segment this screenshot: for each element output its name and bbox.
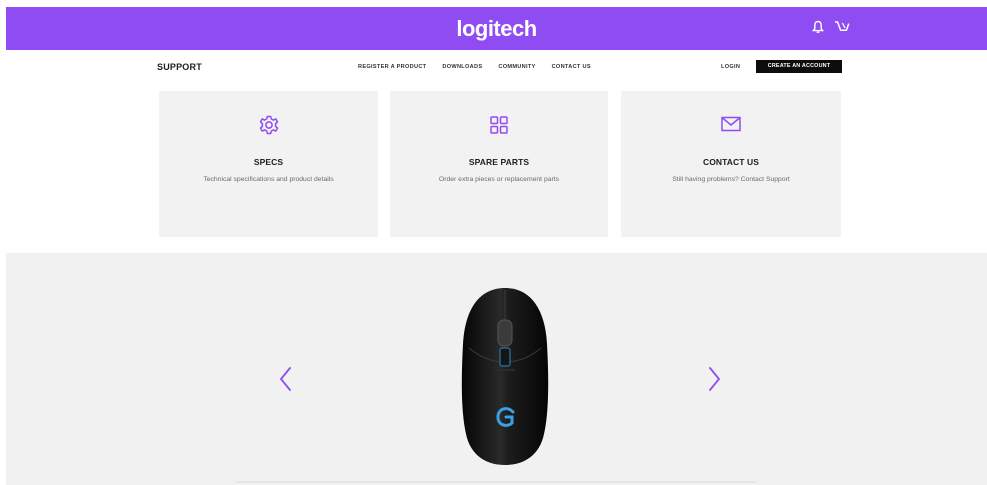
user-icon[interactable]	[812, 20, 824, 34]
login-link[interactable]: LOGIN	[721, 64, 740, 70]
top-icons	[812, 20, 850, 34]
card-title: CONTACT US	[702, 157, 760, 167]
nav-link-register-product[interactable]: REGISTER A PRODUCT	[358, 64, 426, 70]
product-carousel	[6, 253, 987, 485]
page: logitech SUPPORT REGISTER A PRODUCT DOWN…	[0, 0, 987, 485]
create-account-button[interactable]: CREATE AN ACCOUNT	[756, 60, 842, 73]
card-description: Order extra pieces or replacement parts	[438, 176, 560, 183]
specs-card[interactable]: SPECS Technical specifications and produ…	[159, 91, 378, 237]
support-title[interactable]: SUPPORT	[157, 62, 202, 72]
card-description: Still having problems? Contact Support	[672, 176, 790, 183]
card-title: SPECS	[253, 157, 284, 167]
product-image	[461, 288, 549, 465]
card-title: SPARE PARTS	[468, 157, 530, 167]
chevron-left-icon[interactable]	[278, 366, 292, 392]
support-nav: SUPPORT REGISTER A PRODUCT DOWNLOADS COM…	[0, 50, 987, 88]
chevron-right-icon[interactable]	[708, 366, 722, 392]
top-bar: logitech	[6, 7, 987, 50]
divider	[236, 481, 756, 483]
spare-parts-card[interactable]: SPARE PARTS Order extra pieces or replac…	[390, 91, 608, 237]
gear-icon	[259, 115, 279, 140]
mail-icon	[720, 115, 742, 138]
nav-link-community[interactable]: COMMUNITY	[498, 64, 535, 70]
grid-icon	[489, 115, 509, 140]
contact-us-card[interactable]: CONTACT US Still having problems? Contac…	[621, 91, 841, 237]
nav-link-contact-us[interactable]: CONTACT US	[552, 64, 591, 70]
cart-icon[interactable]	[834, 20, 850, 34]
nav-links: REGISTER A PRODUCT DOWNLOADS COMMUNITY C…	[358, 64, 591, 70]
nav-link-downloads[interactable]: DOWNLOADS	[442, 64, 482, 70]
card-description: Technical specifications and product det…	[203, 176, 334, 183]
